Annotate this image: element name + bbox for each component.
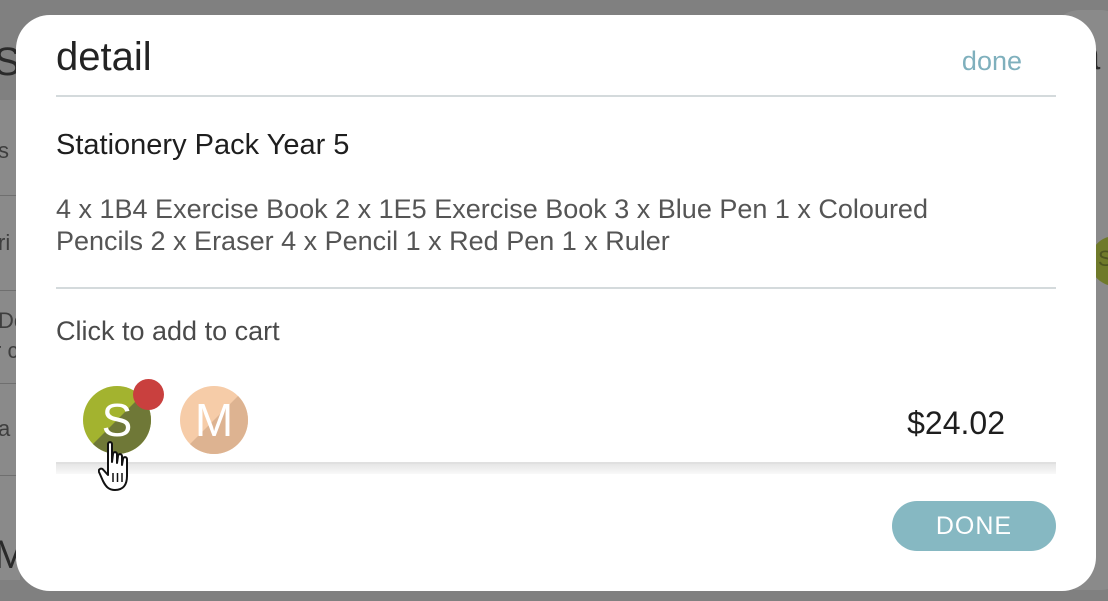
section-shade-bar: [56, 462, 1056, 474]
cart-badge-dot: [133, 379, 164, 410]
done-button[interactable]: DONE: [892, 501, 1056, 551]
student-avatar-m[interactable]: M: [180, 386, 248, 454]
content-divider: [56, 287, 1056, 289]
product-description: 4 x 1B4 Exercise Book 2 x 1E5 Exercise B…: [56, 194, 928, 256]
background-text-fragment: S: [1098, 246, 1108, 271]
cart-hint: Click to add to cart: [56, 316, 280, 346]
product-price: $24.02: [907, 405, 1005, 441]
detail-modal: detail done Stationery Pack Year 5 4 x 1…: [16, 15, 1096, 591]
hand-pointer-icon: [98, 441, 128, 491]
background-text-fragment: a: [0, 416, 11, 441]
done-link[interactable]: done: [962, 46, 1022, 77]
header-divider: [56, 95, 1056, 97]
product-name: Stationery Pack Year 5: [56, 129, 350, 161]
background-text-fragment: ri: [0, 230, 11, 255]
modal-title: detail: [56, 35, 152, 79]
avatar-letter: S: [101, 394, 133, 446]
background-text-fragment: s: [0, 138, 9, 163]
avatar-letter: M: [194, 394, 234, 446]
